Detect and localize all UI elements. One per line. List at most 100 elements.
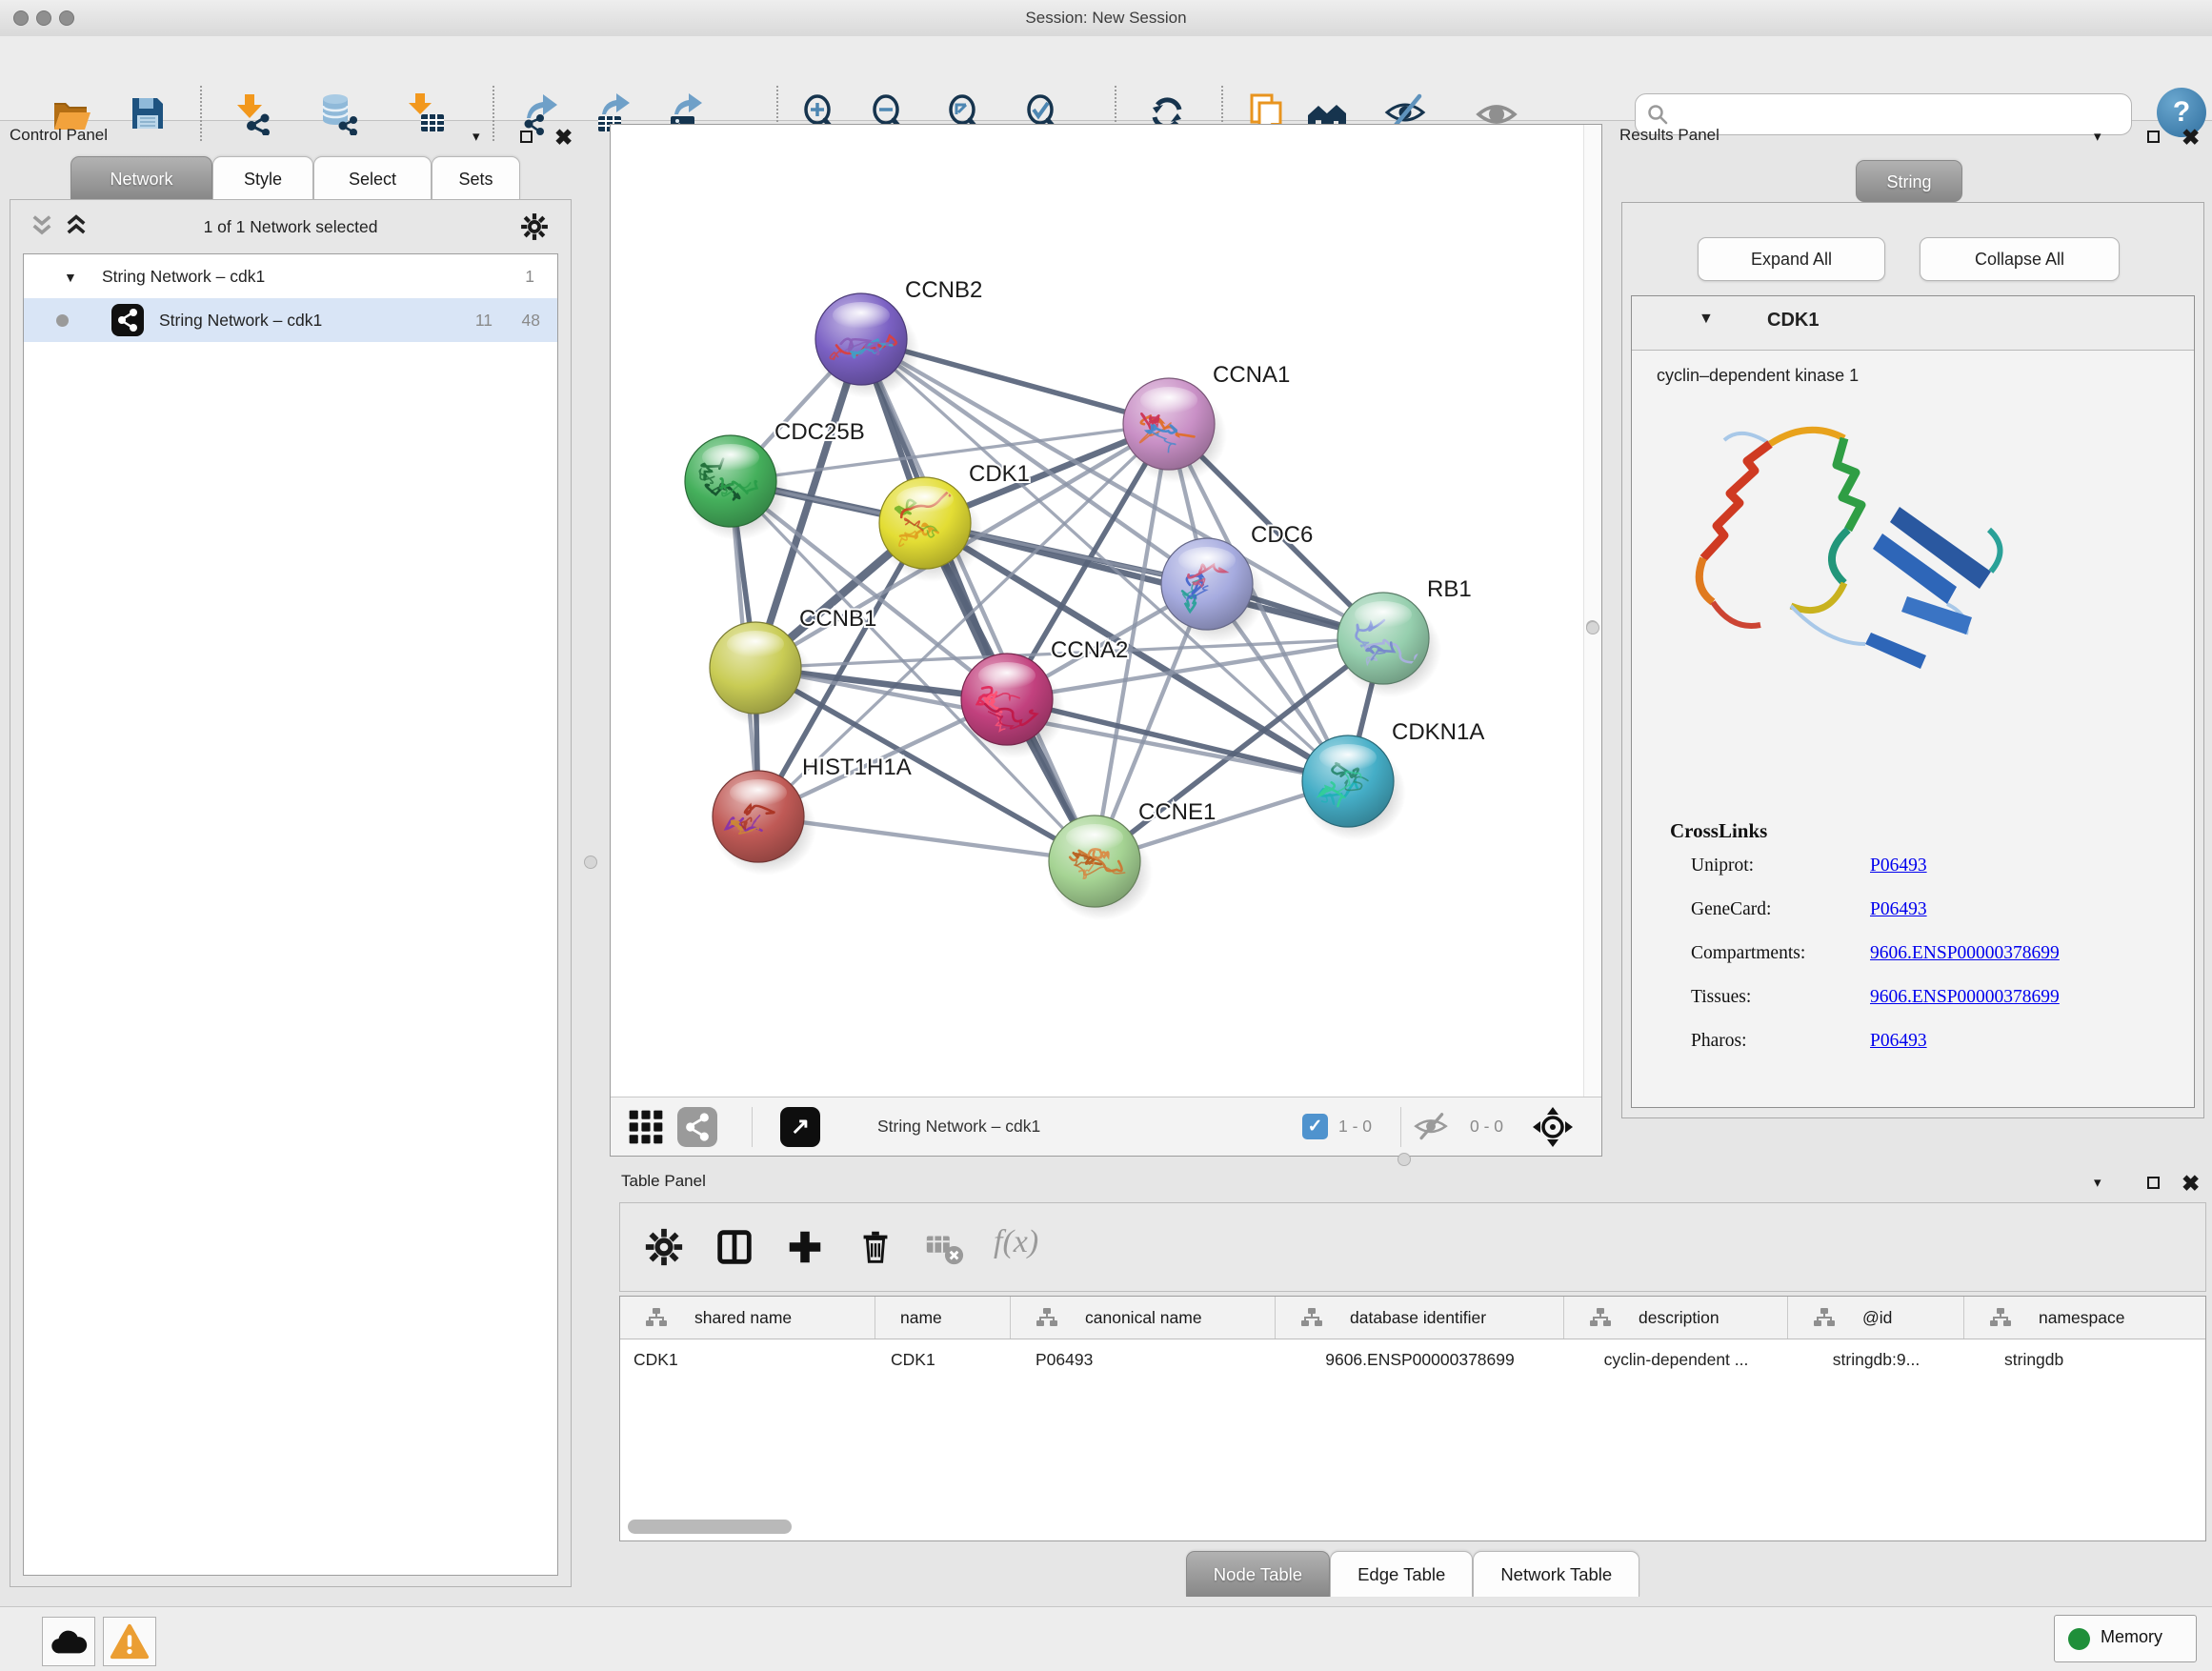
birds-eye-grid-icon[interactable] [626, 1107, 666, 1147]
network-node-CCNB1[interactable] [710, 622, 814, 727]
shared-attribute-icon [1989, 1307, 2012, 1328]
crosslink-row: Pharos:P06493 [1632, 1031, 2194, 1075]
table-cell[interactable]: 9606.ENSP00000378699 [1276, 1339, 1564, 1380]
crosslink-link[interactable]: P06493 [1870, 1031, 1927, 1052]
column-header-label: description [1639, 1308, 1719, 1328]
delete-table-icon[interactable] [923, 1226, 967, 1270]
table-cell[interactable]: P06493 [1011, 1339, 1276, 1380]
network-node-CDK1[interactable] [879, 477, 983, 582]
warning-status-button[interactable] [103, 1617, 156, 1666]
protein-structure-image [1675, 406, 2046, 739]
network-node-CCNA2[interactable] [961, 654, 1065, 758]
network-node-HIST1H1A[interactable] [713, 771, 816, 876]
network-options-gear-icon[interactable] [519, 211, 550, 242]
crosslink-label: Uniprot: [1691, 856, 1754, 876]
tab-network-table[interactable]: Network Table [1473, 1551, 1639, 1597]
column-header-label: namespace [2039, 1308, 2124, 1328]
network-view-title: String Network – cdk1 [877, 1117, 1040, 1137]
memory-button[interactable]: Memory [2054, 1615, 2197, 1662]
node-count: 11 [475, 298, 493, 342]
panel-float-icon[interactable] [2147, 131, 2160, 143]
add-column-icon[interactable] [784, 1226, 828, 1270]
splitter-handle[interactable] [584, 856, 597, 869]
selected-checkbox-icon[interactable]: ✓ [1302, 1114, 1328, 1139]
network-row[interactable]: String Network – cdk1 11 48 [24, 298, 557, 342]
network-node-CDKN1A[interactable] [1302, 735, 1406, 840]
results-tab-string[interactable]: String [1856, 160, 1962, 202]
crosslink-link[interactable]: P06493 [1870, 899, 1927, 920]
crosslink-row: GeneCard: P06493 [1632, 899, 2194, 943]
network-edge[interactable] [861, 339, 1095, 861]
column-header-name[interactable]: name [875, 1297, 1011, 1339]
panel-collapse-icon[interactable]: ▾ [473, 128, 480, 145]
detach-view-icon[interactable]: ↗ [780, 1107, 820, 1147]
cloud-status-button[interactable] [42, 1617, 95, 1666]
table-cell[interactable]: cyclin-dependent ... [1564, 1339, 1788, 1380]
column-header-database-identifier[interactable]: database identifier [1276, 1297, 1564, 1339]
control-panel-title: Control Panel [10, 126, 108, 144]
tab-style[interactable]: Style [212, 156, 313, 200]
network-node-CDC6[interactable] [1161, 538, 1265, 643]
tab-node-table[interactable]: Node Table [1186, 1551, 1330, 1597]
network-node-CDC25B[interactable] [685, 435, 789, 540]
table-horizontal-scrollbar[interactable] [628, 1520, 792, 1534]
panel-close-icon[interactable]: ✖ [554, 128, 573, 147]
node-label-CDKN1A: CDKN1A [1392, 719, 1484, 745]
expand-all-button[interactable]: Expand All [1698, 237, 1885, 281]
hidden-eye-icon[interactable] [1413, 1109, 1449, 1145]
share-network-icon[interactable] [677, 1107, 717, 1147]
column-header-description[interactable]: description [1564, 1297, 1788, 1339]
network-collection-row[interactable]: ▼ String Network – cdk1 1 [24, 254, 557, 298]
crosslink-row: Uniprot: P06493 [1632, 856, 2194, 899]
network-edge[interactable] [925, 523, 1383, 638]
network-node-CCNA1[interactable] [1123, 378, 1227, 483]
crosslink-link[interactable]: 9606.ENSP00000378699 [1870, 943, 2060, 964]
table-cell[interactable]: CDK1 [875, 1339, 1011, 1380]
tab-sets[interactable]: Sets [432, 156, 520, 200]
column-header-shared-name[interactable]: shared name [620, 1297, 875, 1339]
delete-column-icon[interactable] [855, 1226, 898, 1270]
panel-collapse-icon[interactable]: ▾ [2094, 1174, 2101, 1191]
table-row[interactable]: CDK1CDK1P064939606.ENSP00000378699cyclin… [620, 1339, 2206, 1380]
network-node-RB1[interactable] [1337, 593, 1441, 697]
section-collapse-icon[interactable]: ▼ [1699, 311, 1714, 328]
tree-expand-icon[interactable]: ▼ [64, 255, 77, 299]
shared-attribute-icon [1813, 1307, 1836, 1328]
network-canvas-container: CCNB2CCNA1CDC25BCDK1CDC6RB1CCNB1CCNA2CDK… [610, 124, 1602, 1157]
tab-network[interactable]: Network [70, 156, 212, 200]
panel-float-icon[interactable] [2147, 1177, 2160, 1189]
network-scrollbar[interactable] [1583, 125, 1601, 1097]
splitter-handle[interactable] [1586, 621, 1599, 634]
crosslink-row: Tissues:9606.ENSP00000378699 [1632, 987, 2194, 1031]
panel-close-icon[interactable]: ✖ [2182, 1174, 2200, 1193]
tab-select[interactable]: Select [313, 156, 432, 200]
node-label-CCNA2: CCNA2 [1051, 637, 1128, 663]
status-bar: Memory [0, 1606, 2212, 1671]
control-panel-body: 1 of 1 Network selected ▼ String Network… [10, 199, 572, 1587]
table-options-gear-icon[interactable] [643, 1226, 687, 1270]
network-node-CCNB2[interactable] [815, 293, 919, 398]
tab-edge-table[interactable]: Edge Table [1330, 1551, 1473, 1597]
panel-collapse-icon[interactable]: ▾ [2094, 128, 2101, 145]
function-builder-icon[interactable]: f(x) [994, 1224, 1038, 1260]
locate-crosshair-icon[interactable] [1531, 1105, 1575, 1149]
crosslink-link[interactable]: 9606.ENSP00000378699 [1870, 987, 2060, 1008]
panel-float-icon[interactable] [520, 131, 533, 143]
collapse-all-button[interactable]: Collapse All [1920, 237, 2120, 281]
table-cell[interactable]: stringdb [1964, 1339, 2206, 1380]
node-table: shared namenamecanonical namedatabase id… [619, 1296, 2206, 1541]
column-header-canonical-name[interactable]: canonical name [1011, 1297, 1276, 1339]
crosslink-label: GeneCard: [1691, 899, 1771, 920]
show-columns-icon[interactable] [714, 1226, 757, 1270]
crosslink-label: Compartments: [1691, 943, 1805, 964]
column-header--id[interactable]: @id [1788, 1297, 1964, 1339]
table-cell[interactable]: stringdb:9... [1788, 1339, 1964, 1380]
splitter-handle[interactable] [1398, 1153, 1411, 1166]
network-canvas[interactable]: CCNB2CCNA1CDC25BCDK1CDC6RB1CCNB1CCNA2CDK… [611, 125, 1601, 1097]
shared-attribute-icon [1589, 1307, 1612, 1328]
panel-close-icon[interactable]: ✖ [2182, 128, 2200, 147]
table-cell[interactable]: CDK1 [620, 1339, 875, 1380]
column-header-namespace[interactable]: namespace [1964, 1297, 2206, 1339]
gene-section-header[interactable]: ▼ CDK1 [1632, 296, 2194, 350]
crosslink-link[interactable]: P06493 [1870, 856, 1927, 876]
